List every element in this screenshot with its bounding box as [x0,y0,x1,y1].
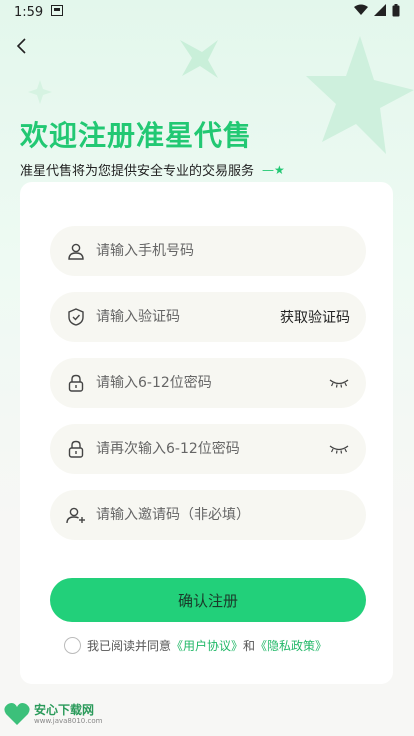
star-decoration-small [28,80,52,104]
confirm-password-input[interactable] [96,441,328,457]
notification-icon [51,4,64,20]
lock-icon [66,373,86,393]
password-field[interactable] [50,358,366,408]
star-decoration-medium [180,40,218,78]
eye-closed-icon[interactable] [328,442,350,456]
agreement-row: 我已阅读并同意 《用户协议》 和 《隐私政策》 [64,637,364,654]
star-decoration-large [306,36,414,154]
lock-icon [66,439,86,459]
watermark-url: www.java8010.com [34,716,103,725]
agreement-prefix: 我已阅读并同意 [87,639,172,653]
status-time: 1:59 [14,4,44,20]
privacy-policy-link[interactable]: 《隐私政策》 [255,637,327,654]
page-title: 欢迎注册准星代售 [20,119,253,152]
invite-code-field[interactable] [50,490,366,540]
battery-icon [392,3,400,21]
add-user-icon [66,505,86,525]
chevron-left-icon [16,38,26,54]
get-code-button[interactable]: 获取验证码 [280,307,350,327]
back-button[interactable] [10,34,34,58]
register-card: 获取验证码 确认注册 我已阅读并同意 《用户协议》 和 《隐私政策》 [20,182,393,684]
phone-field[interactable] [50,226,366,276]
subtitle-row: 准星代售将为您提供安全专业的交易服务 —★ [20,160,285,180]
wifi-icon [354,4,368,20]
watermark: 安心下载网 www.java8010.com [4,702,102,726]
phone-input[interactable] [96,243,350,259]
invite-code-input[interactable] [96,507,350,523]
password-input[interactable] [96,375,328,391]
user-agreement-link[interactable]: 《用户协议》 [171,637,243,654]
shield-icon [66,307,86,327]
signal-icon [374,4,386,20]
verification-code-field[interactable]: 获取验证码 [50,292,366,342]
status-bar: 1:59 [0,0,414,24]
agreement-checkbox[interactable] [64,637,81,654]
confirm-register-button[interactable]: 确认注册 [50,578,366,622]
eye-closed-icon[interactable] [328,376,350,390]
verification-code-input[interactable] [96,309,280,325]
watermark-title: 安心下载网 [34,702,95,717]
page-subtitle: 准星代售将为您提供安全专业的交易服务 [20,164,255,179]
agreement-and: 和 [243,639,256,653]
user-icon [66,241,86,261]
heart-logo-icon [4,703,30,725]
arrow-star-icon: —★ [262,162,285,177]
confirm-password-field[interactable] [50,424,366,474]
